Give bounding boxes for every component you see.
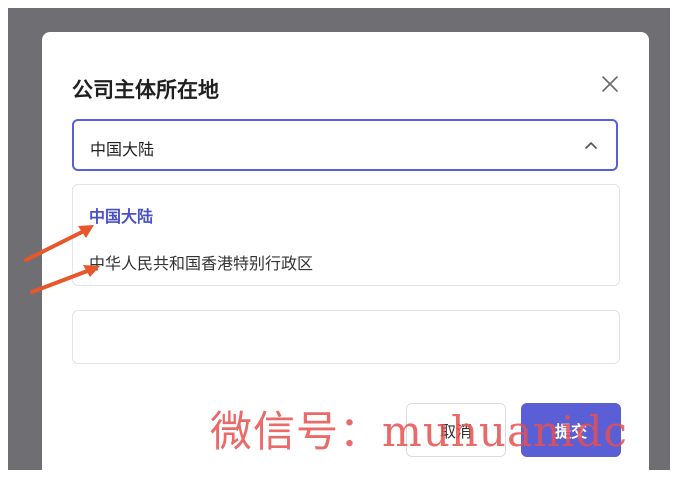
annotation-arrow-2 (30, 265, 100, 294)
close-icon[interactable] (600, 74, 620, 94)
chevron-up-icon (585, 142, 597, 149)
dropdown-menu: 中国大陆 中华人民共和国香港特别行政区 (72, 184, 620, 286)
modal-title: 公司主体所在地 (72, 78, 219, 102)
watermark-text: 微信号：muhuanidc (210, 407, 628, 456)
option-hong-kong-sar[interactable]: 中华人民共和国香港特别行政区 (89, 250, 313, 274)
text-input[interactable] (72, 310, 620, 364)
select-value: 中国大陆 (90, 140, 155, 159)
location-select[interactable]: 中国大陆 (72, 119, 618, 171)
